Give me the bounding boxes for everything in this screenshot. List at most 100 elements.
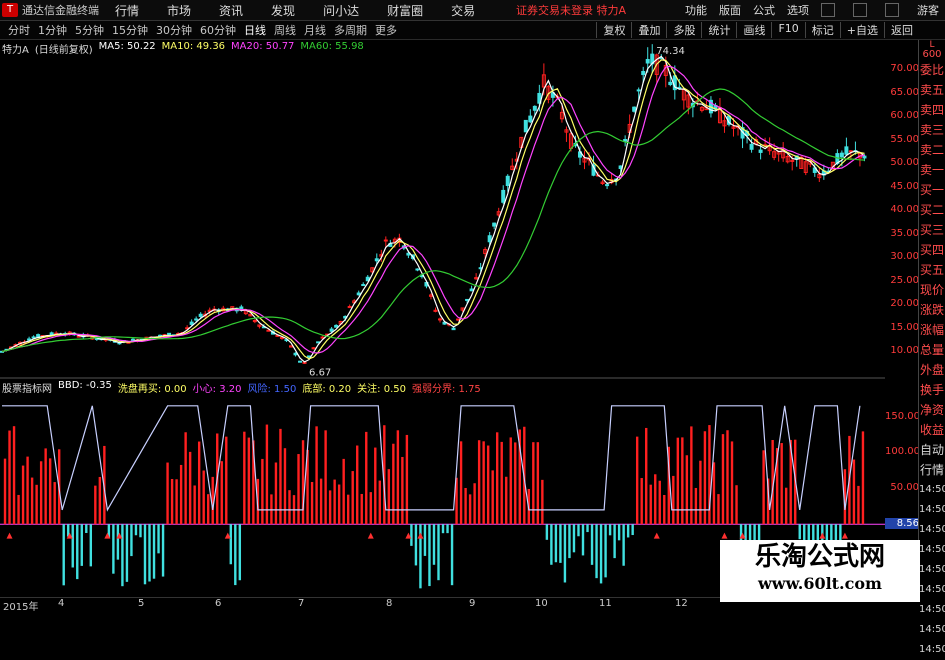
menu-function[interactable]: 功能 <box>685 2 707 18</box>
menu-news[interactable]: 资讯 <box>219 2 243 19</box>
bbd-bar <box>112 524 115 574</box>
menu-layout[interactable]: 版面 <box>719 2 741 18</box>
tab-1min[interactable]: 1分钟 <box>38 22 67 38</box>
maximize-icon[interactable] <box>853 3 867 17</box>
btn-multi-stock[interactable]: 多股 <box>666 22 701 38</box>
btn-f10[interactable]: F10 <box>771 22 804 38</box>
price-tick-11: 15.00 <box>890 321 919 333</box>
candle-body <box>456 318 461 321</box>
tab-60min[interactable]: 60分钟 <box>200 22 236 38</box>
sidebar-time-10[interactable]: 14:50 <box>919 640 945 660</box>
btn-stats[interactable]: 统计 <box>701 22 736 38</box>
sidebar-item-5[interactable]: 卖一 <box>919 160 945 180</box>
sidebar-item-4[interactable]: 卖二 <box>919 140 945 160</box>
candle-body <box>492 222 497 227</box>
sidebar-item-13[interactable]: 涨幅 <box>919 320 945 340</box>
close-icon[interactable] <box>885 3 899 17</box>
sidebar-item-6[interactable]: 买一 <box>919 180 945 200</box>
tab-15min[interactable]: 15分钟 <box>112 22 148 38</box>
sidebar-time-3[interactable]: 14:50 <box>919 500 945 520</box>
sidebar-item-11[interactable]: 现价 <box>919 280 945 300</box>
price-tick-1: 65.00 <box>890 86 919 98</box>
menu-wealth[interactable]: 财富圈 <box>387 2 423 19</box>
bbd-bar <box>270 494 273 525</box>
tab-weekly[interactable]: 周线 <box>274 22 296 38</box>
bbd-bar <box>333 479 336 525</box>
menu-market[interactable]: 市场 <box>167 2 191 19</box>
bbd-bar <box>428 524 431 587</box>
bbd-bar <box>274 462 278 525</box>
sidebar-item-14[interactable]: 总量 <box>919 340 945 360</box>
month-label-5: 8 <box>386 598 393 609</box>
tab-daily[interactable]: 日线 <box>244 22 266 38</box>
btn-back[interactable]: 返回 <box>884 22 919 38</box>
candle-body <box>374 258 379 262</box>
candle-body <box>623 139 628 142</box>
bbd-bar <box>85 524 88 533</box>
sidebar-time-4[interactable]: 14:50 <box>919 520 945 540</box>
menu-trade[interactable]: 交易 <box>451 2 475 19</box>
menu-quote[interactable]: 行情 <box>115 2 139 19</box>
sidebar-time-0[interactable]: 自动 <box>919 440 945 460</box>
bbd-bar <box>730 441 734 525</box>
sidebar-item-18[interactable]: 收益 <box>919 420 945 440</box>
candle-body <box>130 338 135 341</box>
login-status[interactable]: 证券交易未登录 特力A <box>516 2 626 18</box>
wash-value: 洗盘再买: 0.00 <box>117 384 187 395</box>
sidebar-item-15[interactable]: 外盘 <box>919 360 945 380</box>
candle-body <box>329 328 334 332</box>
bbd-bar <box>356 445 359 525</box>
bbd-bar <box>672 475 675 525</box>
tab-30min[interactable]: 30分钟 <box>156 22 192 38</box>
up-arrow-icon <box>819 532 826 539</box>
sidebar-time-2[interactable]: 14:50 <box>919 480 945 500</box>
menu-ask[interactable]: 问小达 <box>323 2 359 19</box>
price-chart[interactable]: 74.34 6.67 <box>0 37 885 597</box>
sidebar-time-1[interactable]: 行情 <box>919 460 945 480</box>
month-label-0: 2015年 <box>3 602 39 613</box>
sidebar-time-8[interactable]: 14:50 <box>919 600 945 620</box>
tab-more[interactable]: 更多 <box>375 22 397 38</box>
bbd-bar <box>71 524 74 568</box>
sidebar-item-17[interactable]: 净资 <box>919 400 945 420</box>
sidebar-item-7[interactable]: 买二 <box>919 200 945 220</box>
sidebar-item-2[interactable]: 卖四 <box>919 100 945 120</box>
candle-body <box>194 318 199 321</box>
price-tick-4: 50.00 <box>890 157 919 169</box>
bbd-bar <box>482 441 485 525</box>
sidebar-time-6[interactable]: 14:50 <box>919 560 945 580</box>
sidebar-item-8[interactable]: 买三 <box>919 220 945 240</box>
bbd-bar <box>599 524 603 584</box>
candle-body <box>487 235 492 243</box>
btn-mark[interactable]: 标记 <box>804 22 840 38</box>
bbd-bar <box>351 471 354 525</box>
menu-discover[interactable]: 发现 <box>271 2 295 19</box>
tab-monthly[interactable]: 月线 <box>304 22 326 38</box>
btn-draw[interactable]: 画线 <box>736 22 771 38</box>
price-tick-8: 30.00 <box>890 251 919 263</box>
menu-formula[interactable]: 公式 <box>753 2 775 18</box>
sidebar-item-12[interactable]: 涨跌 <box>919 300 945 320</box>
sidebar-item-0[interactable]: 委比 <box>919 60 945 80</box>
bbd-bar <box>595 524 598 579</box>
sidebar-time-9[interactable]: 14:50 <box>919 620 945 640</box>
tab-multi[interactable]: 多周期 <box>334 22 367 38</box>
guest-user[interactable]: 游客 <box>917 2 939 18</box>
btn-overlay[interactable]: 叠加 <box>631 22 666 38</box>
sidebar-item-1[interactable]: 卖五 <box>919 80 945 100</box>
btn-adjust[interactable]: 复权 <box>596 22 631 38</box>
btn-add-watch[interactable]: +自选 <box>839 22 884 38</box>
sidebar-item-16[interactable]: 换手 <box>919 380 945 400</box>
bbd-bar <box>541 479 544 525</box>
minimize-icon[interactable] <box>821 3 835 17</box>
tab-5min[interactable]: 5分钟 <box>75 22 104 38</box>
menu-options[interactable]: 选项 <box>787 2 809 18</box>
tab-intraday[interactable]: 分时 <box>8 22 30 38</box>
sidebar-item-9[interactable]: 买四 <box>919 240 945 260</box>
sidebar-time-5[interactable]: 14:50 <box>919 540 945 560</box>
sidebar-item-10[interactable]: 买五 <box>919 260 945 280</box>
sidebar-item-3[interactable]: 卖三 <box>919 120 945 140</box>
bbd-bar <box>861 431 865 525</box>
sidebar-time-7[interactable]: 14:50 <box>919 580 945 600</box>
bbd-bar <box>622 524 625 566</box>
